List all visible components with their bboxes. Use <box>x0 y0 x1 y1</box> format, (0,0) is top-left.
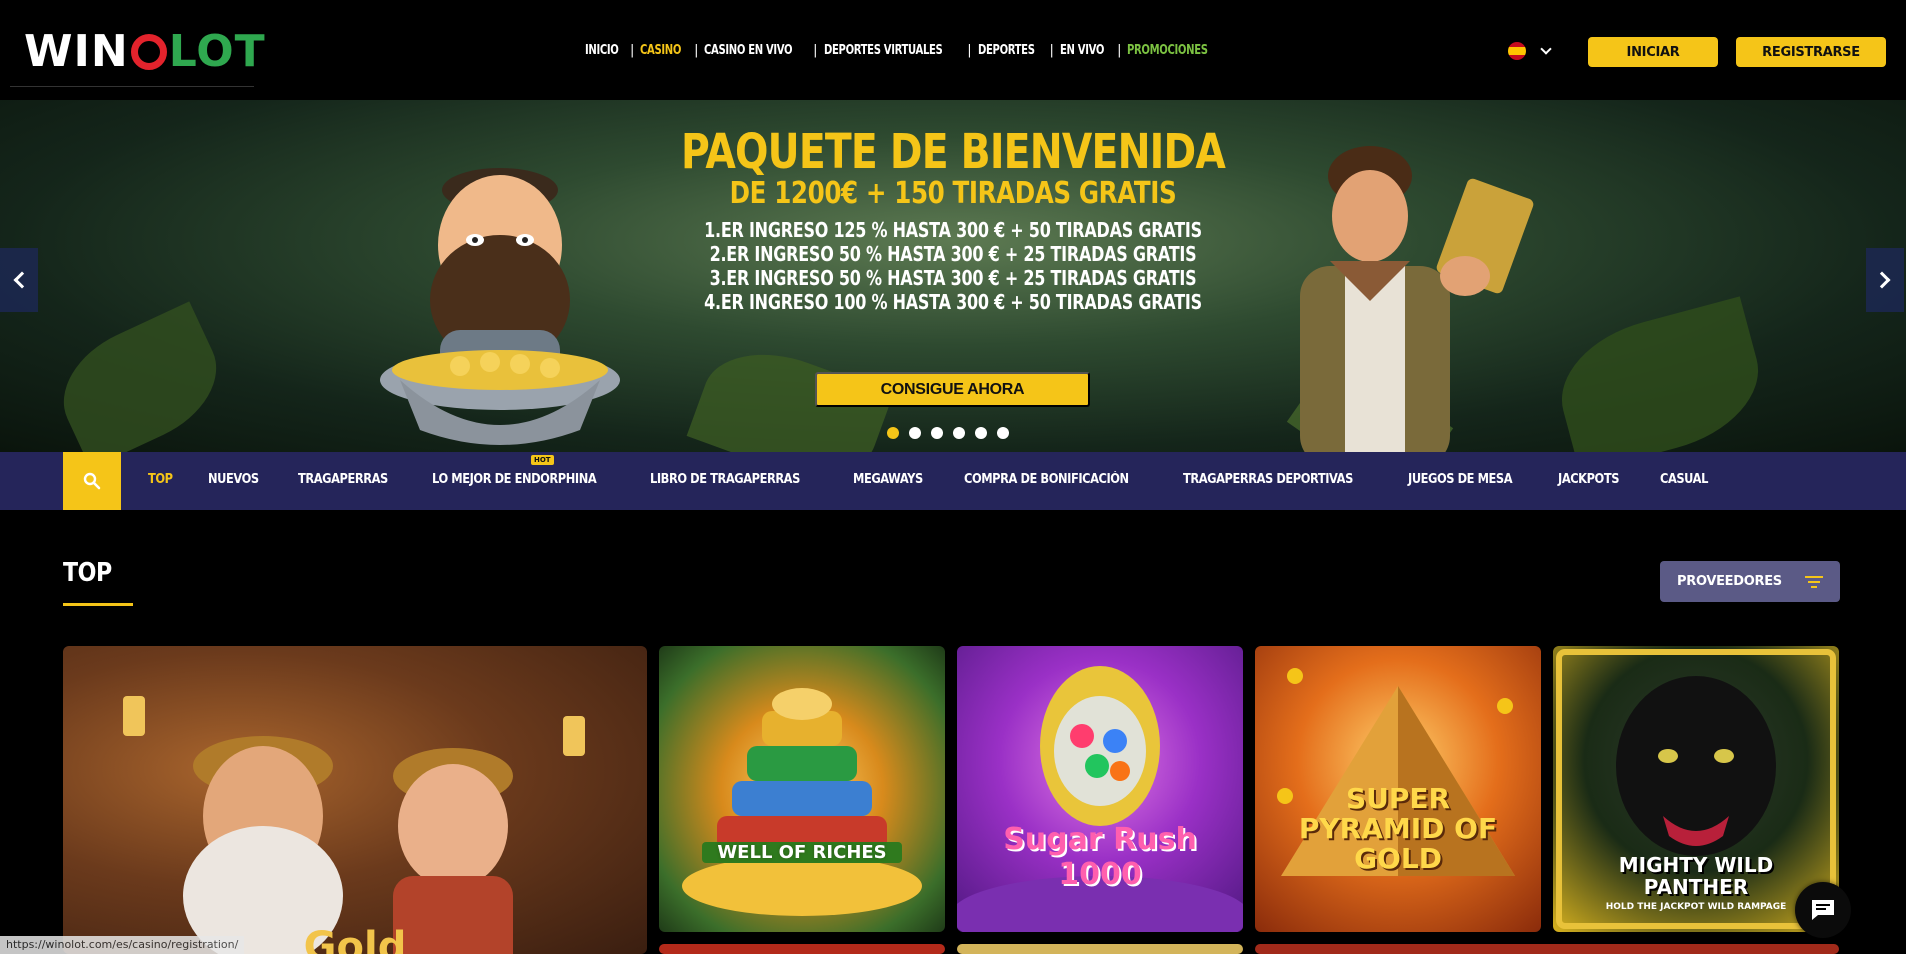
hero-bonus-line: 4.ER INGRESO 100 % HASTA 300 € + 50 TIRA… <box>704 290 1202 314</box>
nav-separator: | <box>813 42 818 58</box>
tab-tragaperras-deportivas[interactable]: TRAGAPERRAS DEPORTIVAS <box>1183 472 1353 487</box>
game-title: Sugar Rush 1000 <box>1003 822 1197 892</box>
chevron-right-icon <box>1873 271 1891 289</box>
miners-artwork <box>123 696 585 954</box>
game-tile-super-pyramid-of-gold[interactable]: SUPER PYRAMID OF GOLD <box>1255 646 1541 932</box>
tab-tragaperras[interactable]: TRAGAPERRAS <box>298 472 388 487</box>
carousel-dot[interactable] <box>953 427 965 439</box>
carousel-dot[interactable] <box>909 427 921 439</box>
logo-divider <box>10 86 254 87</box>
game-tile-row2[interactable] <box>957 944 1243 954</box>
category-bar: TOP NUEVOS TRAGAPERRAS LO MEJOR DE ENDOR… <box>0 452 1906 510</box>
hero-title: PAQUETE DE BIENVENIDA <box>680 124 1226 180</box>
hero-banner: PAQUETE DE BIENVENIDA DE 1200€ + 150 TIR… <box>0 100 1906 452</box>
hero-bonus-line: 2.ER INGRESO 50 % HASTA 300 € + 25 TIRAD… <box>709 242 1197 266</box>
tab-jackpots[interactable]: JACKPOTS <box>1558 472 1619 487</box>
tab-casual[interactable]: CASUAL <box>1660 472 1708 487</box>
carousel-dot[interactable] <box>997 427 1009 439</box>
carousel-dot[interactable] <box>975 427 987 439</box>
logo-text-lot: LOT <box>168 26 266 77</box>
login-button[interactable]: INICIAR <box>1588 37 1718 67</box>
chevron-down-icon <box>1540 43 1552 55</box>
chevron-left-icon <box>13 271 31 289</box>
tab-nuevos[interactable]: NUEVOS <box>208 472 259 487</box>
cta-button[interactable]: CONSIGUE AHORA <box>815 372 1090 407</box>
winolot-logo[interactable]: WIN LOT <box>24 26 266 77</box>
carousel-dot[interactable] <box>931 427 943 439</box>
site-header: WIN LOT INICIO | CASINO | CASINO EN VIVO… <box>0 0 1906 100</box>
chat-icon <box>1812 900 1834 920</box>
game-search-button[interactable] <box>63 452 121 510</box>
hero-subtitle: DE 1200€ + 150 TIRADAS GRATIS <box>729 176 1177 211</box>
logo-text-win: WIN <box>24 26 129 77</box>
filter-icon <box>1805 575 1823 588</box>
game-tile-gold-miners[interactable]: Gold <box>63 646 647 954</box>
tab-top[interactable]: TOP <box>148 472 173 487</box>
section-title: TOP <box>63 558 112 588</box>
game-title: WELL OF RICHES <box>701 842 903 863</box>
nav-separator: | <box>967 42 972 58</box>
jungle-leaf <box>1546 296 1774 452</box>
live-chat-button[interactable] <box>1795 882 1851 938</box>
tab-juegos-de-mesa[interactable]: JUEGOS DE MESA <box>1408 472 1513 487</box>
nav-casino-en-vivo[interactable]: CASINO EN VIVO <box>704 43 793 58</box>
jungle-leaf <box>44 301 236 452</box>
carousel-dots <box>887 427 1009 439</box>
register-button[interactable]: REGISTRARSE <box>1736 37 1886 67</box>
spain-flag-icon <box>1508 42 1526 60</box>
section-title-underline <box>63 603 133 606</box>
game-tile-row2[interactable] <box>659 944 945 954</box>
nav-separator: | <box>1117 42 1122 58</box>
well-of-riches-artwork <box>682 688 922 916</box>
game-title: MIGHTY WILD PANTHER <box>1618 853 1774 899</box>
search-icon <box>83 472 101 490</box>
providers-label: PROVEEDORES <box>1677 574 1782 589</box>
nav-inicio[interactable]: INICIO <box>585 43 619 58</box>
nav-separator: | <box>629 42 635 58</box>
nav-deportes[interactable]: DEPORTES <box>978 43 1035 58</box>
nav-separator: | <box>694 42 699 58</box>
nav-casino[interactable]: CASINO <box>640 43 681 58</box>
nav-deportes-virtuales[interactable]: DEPORTES VIRTUALES <box>824 43 943 58</box>
game-tile-mighty-wild-panther[interactable]: MIGHTY WILD PANTHER HOLD THE JACKPOT WIL… <box>1553 646 1839 932</box>
nav-separator: | <box>1049 42 1054 58</box>
game-tile-row2[interactable] <box>1255 944 1839 954</box>
main-nav: INICIO | CASINO | CASINO EN VIVO | DEPOR… <box>585 40 1221 60</box>
hot-badge: HOT <box>531 455 554 465</box>
language-selector[interactable] <box>1508 42 1552 60</box>
tab-compra-de-bonificacion[interactable]: COMPRA DE BONIFICACIÓN <box>964 472 1129 487</box>
nav-promociones[interactable]: PROMOCIONES <box>1127 43 1208 58</box>
game-tile-well-of-riches[interactable]: WELL OF RICHES <box>659 646 945 932</box>
hero-bonus-line: 3.ER INGRESO 50 % HASTA 300 € + 25 TIRAD… <box>709 266 1197 290</box>
providers-filter-button[interactable]: PROVEEDORES <box>1660 561 1840 602</box>
hero-bonus-line: 1.ER INGRESO 125 % HASTA 300 € + 50 TIRA… <box>704 218 1202 242</box>
carousel-prev-button[interactable] <box>0 248 38 312</box>
category-tabs: TOP NUEVOS TRAGAPERRAS LO MEJOR DE ENDOR… <box>148 472 1746 487</box>
tab-libro-de-tragaperras[interactable]: LIBRO DE TRAGAPERRAS <box>650 472 800 487</box>
browser-status-url: https://winolot.com/es/casino/registrati… <box>0 936 245 954</box>
tab-lo-mejor-de-endorphina[interactable]: LO MEJOR DE ENDORPHINA <box>432 472 597 487</box>
hero-bonus-list: 1.ER INGRESO 125 % HASTA 300 € + 50 TIRA… <box>0 218 1906 314</box>
carousel-next-button[interactable] <box>1866 248 1904 312</box>
game-title: SUPER PYRAMID OF GOLD <box>1298 782 1498 875</box>
tab-megaways[interactable]: MEGAWAYS <box>853 472 923 487</box>
logo-o-ring <box>130 33 167 70</box>
game-tile-sugar-rush-1000[interactable]: Sugar Rush 1000 <box>957 646 1243 932</box>
carousel-dot[interactable] <box>887 427 899 439</box>
nav-en-vivo[interactable]: EN VIVO <box>1060 43 1104 58</box>
